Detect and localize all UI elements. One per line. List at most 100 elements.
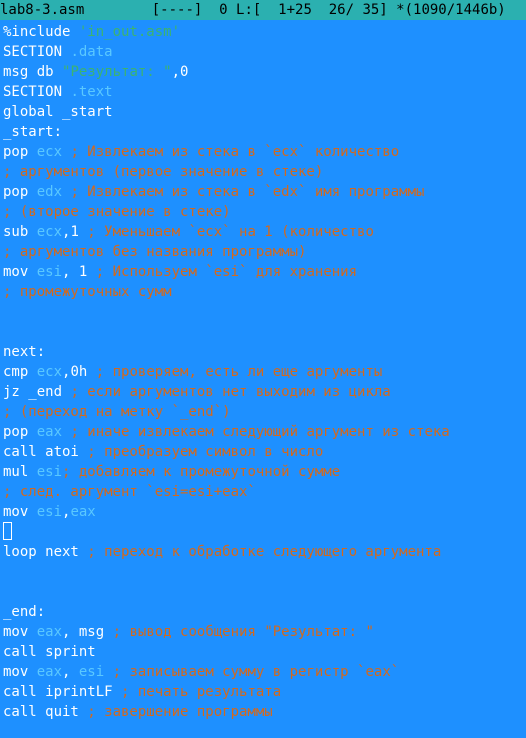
code-token: esi: [36, 504, 63, 520]
code-token: "Результат: ": [62, 64, 172, 80]
code-token: mov: [3, 264, 37, 280]
code-token: %include: [3, 24, 79, 40]
code-token: ; вывод сообщения "Результат: ": [104, 624, 374, 640]
code-token: ecx: [36, 364, 63, 380]
code-line[interactable]: ; промежуточных сумм: [3, 282, 526, 302]
code-token: eax: [36, 664, 63, 680]
code-line[interactable]: mov eax, msg ; вывод сообщения "Результа…: [3, 622, 526, 642]
code-line[interactable]: mov eax, esi ; записываем сумму в регист…: [3, 662, 526, 682]
code-token: ,0: [171, 64, 189, 80]
code-token: ; иначе извлекаем следующий аргумент из …: [62, 424, 450, 440]
code-token: esi: [36, 464, 63, 480]
code-line[interactable]: pop ecx ; Извлекаем из стека в `ecx` кол…: [3, 142, 526, 162]
code-line[interactable]: pop edx ; Извлекаем из стека в `edx` имя…: [3, 182, 526, 202]
code-line[interactable]: [3, 522, 526, 542]
code-token: call iprintLF: [3, 684, 113, 700]
code-token: ; преобразуем символ в число: [78, 444, 324, 460]
filename-label: lab8-3.asm: [0, 2, 85, 18]
cursor-position-info: [----] 0 L:[ 1+25 26/ 35] *(1090/1446b): [84, 2, 506, 18]
code-line[interactable]: SECTION .data: [3, 42, 526, 62]
code-token: mov: [3, 504, 37, 520]
code-token: next:: [3, 344, 46, 360]
code-line[interactable]: [3, 562, 526, 582]
code-line[interactable]: ; (второе значение в стеке): [3, 202, 526, 222]
code-token: eax: [36, 624, 63, 640]
code-line[interactable]: ; аргументов без названия программы): [3, 242, 526, 262]
code-token: SECTION: [3, 84, 71, 100]
code-token: cmp: [3, 364, 37, 380]
code-token: call sprint: [3, 644, 96, 660]
editor-status-bar: lab8-3.asm [----] 0 L:[ 1+25 26/ 35] *(1…: [0, 0, 526, 20]
code-line[interactable]: _start:: [3, 122, 526, 142]
code-line[interactable]: ; след. аргумент `esi=esi+eax`: [3, 482, 526, 502]
code-token: _end:: [3, 604, 46, 620]
code-line[interactable]: ; аргументов (первое значение в стеке): [3, 162, 526, 182]
code-token: , msg: [62, 624, 105, 640]
code-token: 'in_out.asm': [78, 24, 181, 40]
code-line[interactable]: %include 'in_out.asm': [3, 22, 526, 42]
code-token: , 1: [62, 264, 88, 280]
code-token: ecx: [36, 144, 63, 160]
code-token: SECTION: [3, 44, 71, 60]
code-token: ; если аргументов нет выходим из цикла: [62, 384, 391, 400]
code-token: pop: [3, 144, 37, 160]
code-token: ,1: [62, 224, 79, 240]
code-line[interactable]: [3, 302, 526, 322]
code-token: ; Уменьшаем `ecx` на 1 (количество: [78, 224, 374, 240]
text-cursor: [3, 522, 12, 540]
code-token: ; аргументов без названия программы): [3, 244, 307, 260]
code-token: esi: [36, 264, 63, 280]
code-line[interactable]: mov esi, 1 ; Используем `esi` для хранен…: [3, 262, 526, 282]
code-token: ; завершение программы: [78, 704, 273, 720]
code-line[interactable]: pop eax ; иначе извлекаем следующий аргу…: [3, 422, 526, 442]
code-token: esi: [78, 664, 105, 680]
code-line[interactable]: _end:: [3, 602, 526, 622]
code-token: .data: [70, 44, 113, 60]
code-line[interactable]: SECTION .text: [3, 82, 526, 102]
code-line[interactable]: call iprintLF ; печать результата: [3, 682, 526, 702]
code-line[interactable]: msg db "Результат: ",0: [3, 62, 526, 82]
code-token: call quit: [3, 704, 79, 720]
code-line[interactable]: global _start: [3, 102, 526, 122]
code-token: mov: [3, 624, 37, 640]
code-token: ; след. аргумент `esi=esi+eax`: [3, 484, 256, 500]
code-token: global _start: [3, 104, 113, 120]
code-token: pop: [3, 184, 37, 200]
code-token: ; Используем `esi` для хранения: [87, 264, 358, 280]
code-line[interactable]: call quit ; завершение программы: [3, 702, 526, 722]
code-line[interactable]: jz _end ; если аргументов нет выходим из…: [3, 382, 526, 402]
code-line[interactable]: ; (переход на метку `_end`): [3, 402, 526, 422]
code-token: pop: [3, 424, 37, 440]
code-token: ; (второе значение в стеке): [3, 204, 231, 220]
code-token: eax: [70, 504, 96, 520]
code-token: ; переход к обработке следующего аргумен…: [78, 544, 442, 560]
code-token: msg db: [3, 64, 63, 80]
code-line[interactable]: call sprint: [3, 642, 526, 662]
code-token: sub: [3, 224, 37, 240]
code-token: ; аргументов (первое значение в стеке): [3, 164, 324, 180]
code-line[interactable]: call atoi ; преобразуем символ в число: [3, 442, 526, 462]
code-line[interactable]: mul esi; добавляем к промежуточной сумме: [3, 462, 526, 482]
code-token: ; печать результата: [112, 684, 282, 700]
code-editor-area[interactable]: %include 'in_out.asm' SECTION .data msg db…: [0, 20, 526, 738]
code-line[interactable]: [3, 322, 526, 342]
code-token: ; проверяем, есть ли еще аргументы: [87, 364, 383, 380]
code-token: ; Извлекаем из стека в `edx` имя програм…: [62, 184, 425, 200]
code-token: ,0h: [62, 364, 88, 380]
code-token: call atoi: [3, 444, 79, 460]
code-line[interactable]: next:: [3, 342, 526, 362]
code-token: ; промежуточных сумм: [3, 284, 172, 300]
code-line[interactable]: sub ecx,1 ; Уменьшаем `ecx` на 1 (количе…: [3, 222, 526, 242]
code-token: ,: [62, 664, 79, 680]
code-token: loop next: [3, 544, 79, 560]
code-line[interactable]: cmp ecx,0h ; проверяем, есть ли еще аргу…: [3, 362, 526, 382]
code-token: jz _end: [3, 384, 63, 400]
code-token: eax: [36, 424, 63, 440]
code-token: edx: [36, 184, 63, 200]
code-line[interactable]: mov esi,eax: [3, 502, 526, 522]
code-token: ecx: [36, 224, 63, 240]
code-line[interactable]: loop next ; переход к обработке следующе…: [3, 542, 526, 562]
code-token: ; записываем сумму в регистр `eax`: [104, 664, 400, 680]
code-token: mov: [3, 664, 37, 680]
code-line[interactable]: [3, 582, 526, 602]
